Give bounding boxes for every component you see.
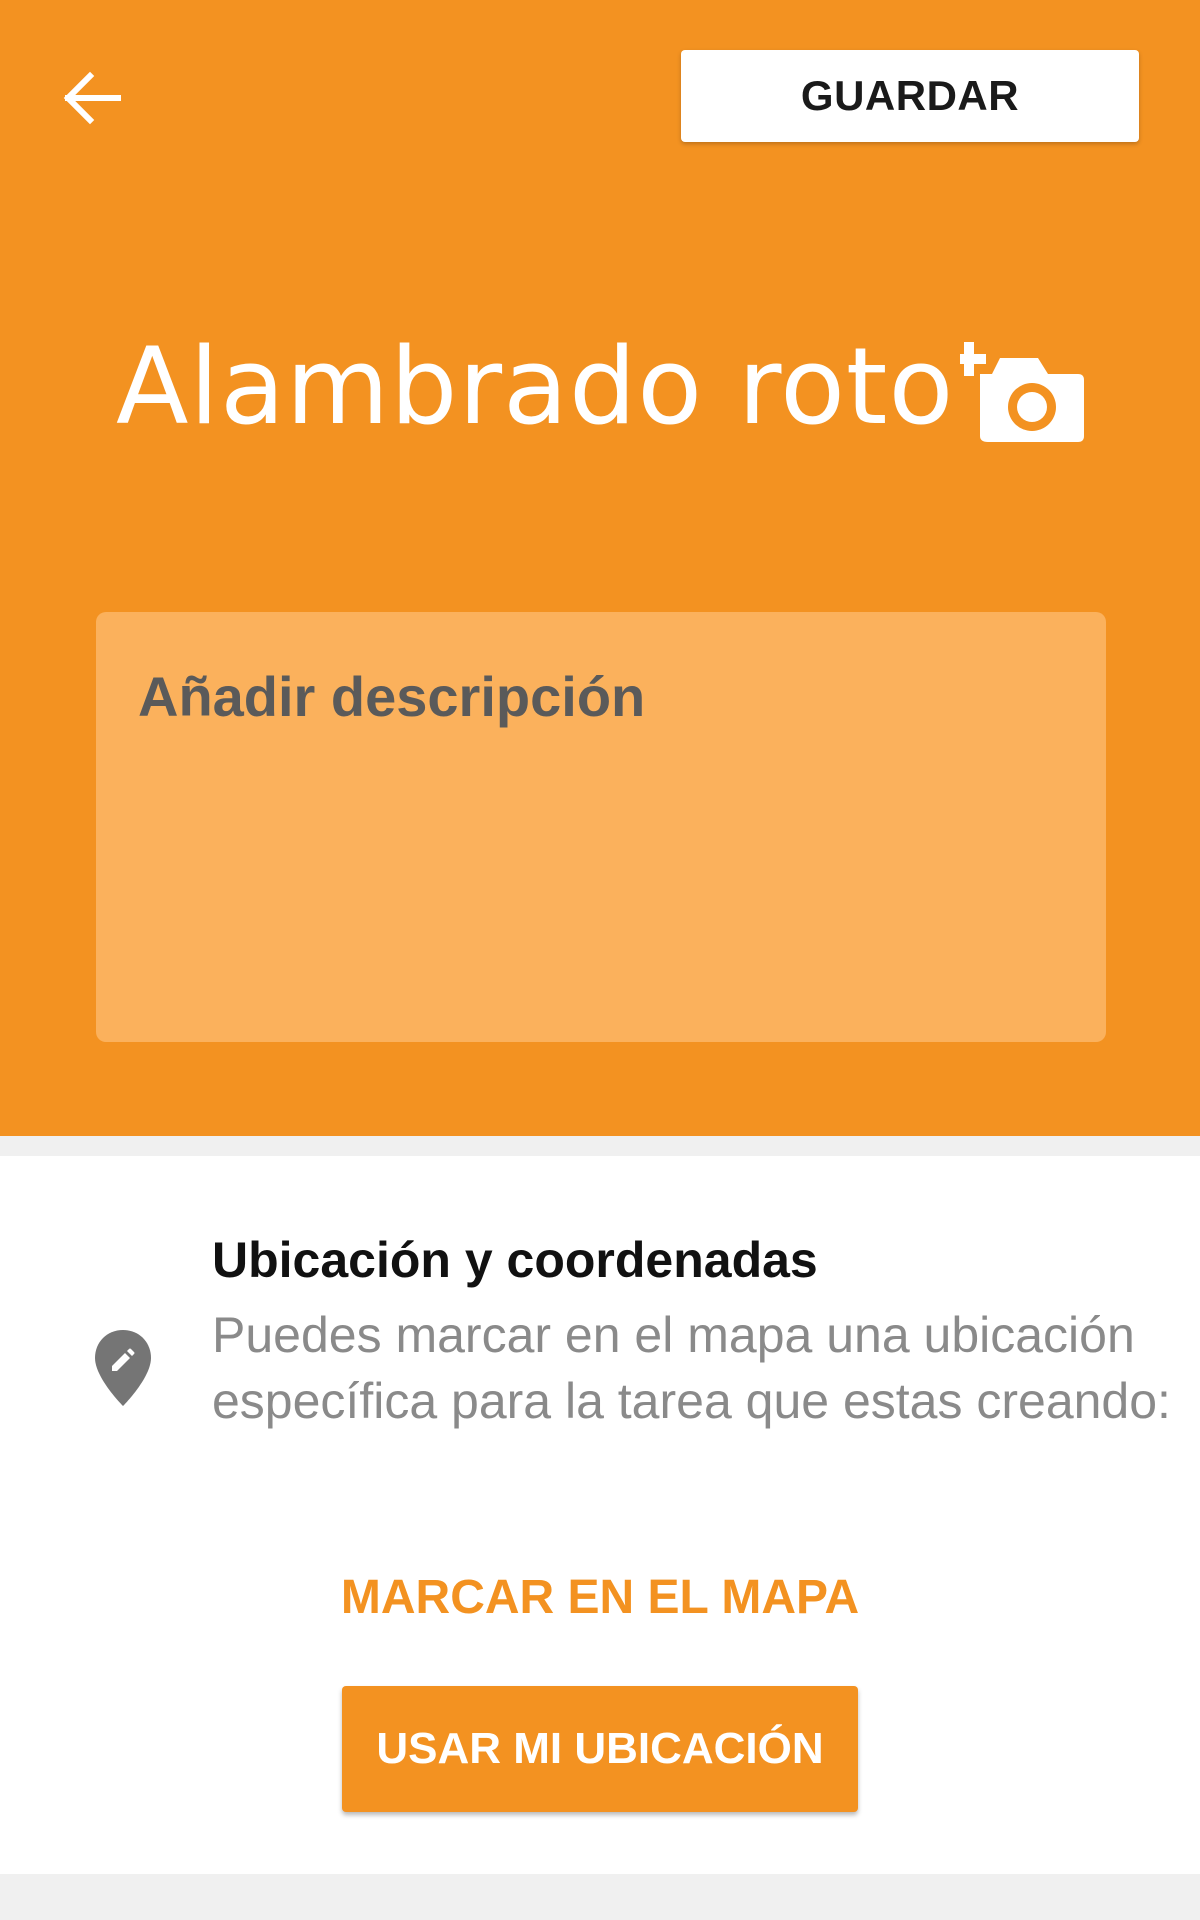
- description-placeholder: Añadir descripción: [138, 665, 646, 728]
- location-section-description: Puedes marcar en el mapa una ubicación e…: [212, 1307, 1171, 1429]
- add-photo-icon: [952, 342, 1084, 442]
- task-header: GUARDAR Alambrado roto Añadir descripció…: [0, 0, 1200, 1136]
- task-title[interactable]: Alambrado roto: [116, 322, 954, 452]
- location-section-title: Ubicación y coordenadas: [212, 1232, 818, 1288]
- arrow-back-icon: [63, 71, 121, 125]
- mark-on-map-link[interactable]: MARCAR EN EL MAPA: [0, 1568, 1200, 1628]
- back-button[interactable]: [52, 58, 132, 138]
- description-input[interactable]: Añadir descripción: [96, 612, 1106, 1042]
- add-photo-button[interactable]: [952, 328, 1088, 446]
- save-button[interactable]: GUARDAR: [681, 50, 1139, 142]
- edit-location-icon: [95, 1330, 151, 1406]
- use-my-location-button[interactable]: USAR MI UBICACIÓN: [342, 1686, 858, 1812]
